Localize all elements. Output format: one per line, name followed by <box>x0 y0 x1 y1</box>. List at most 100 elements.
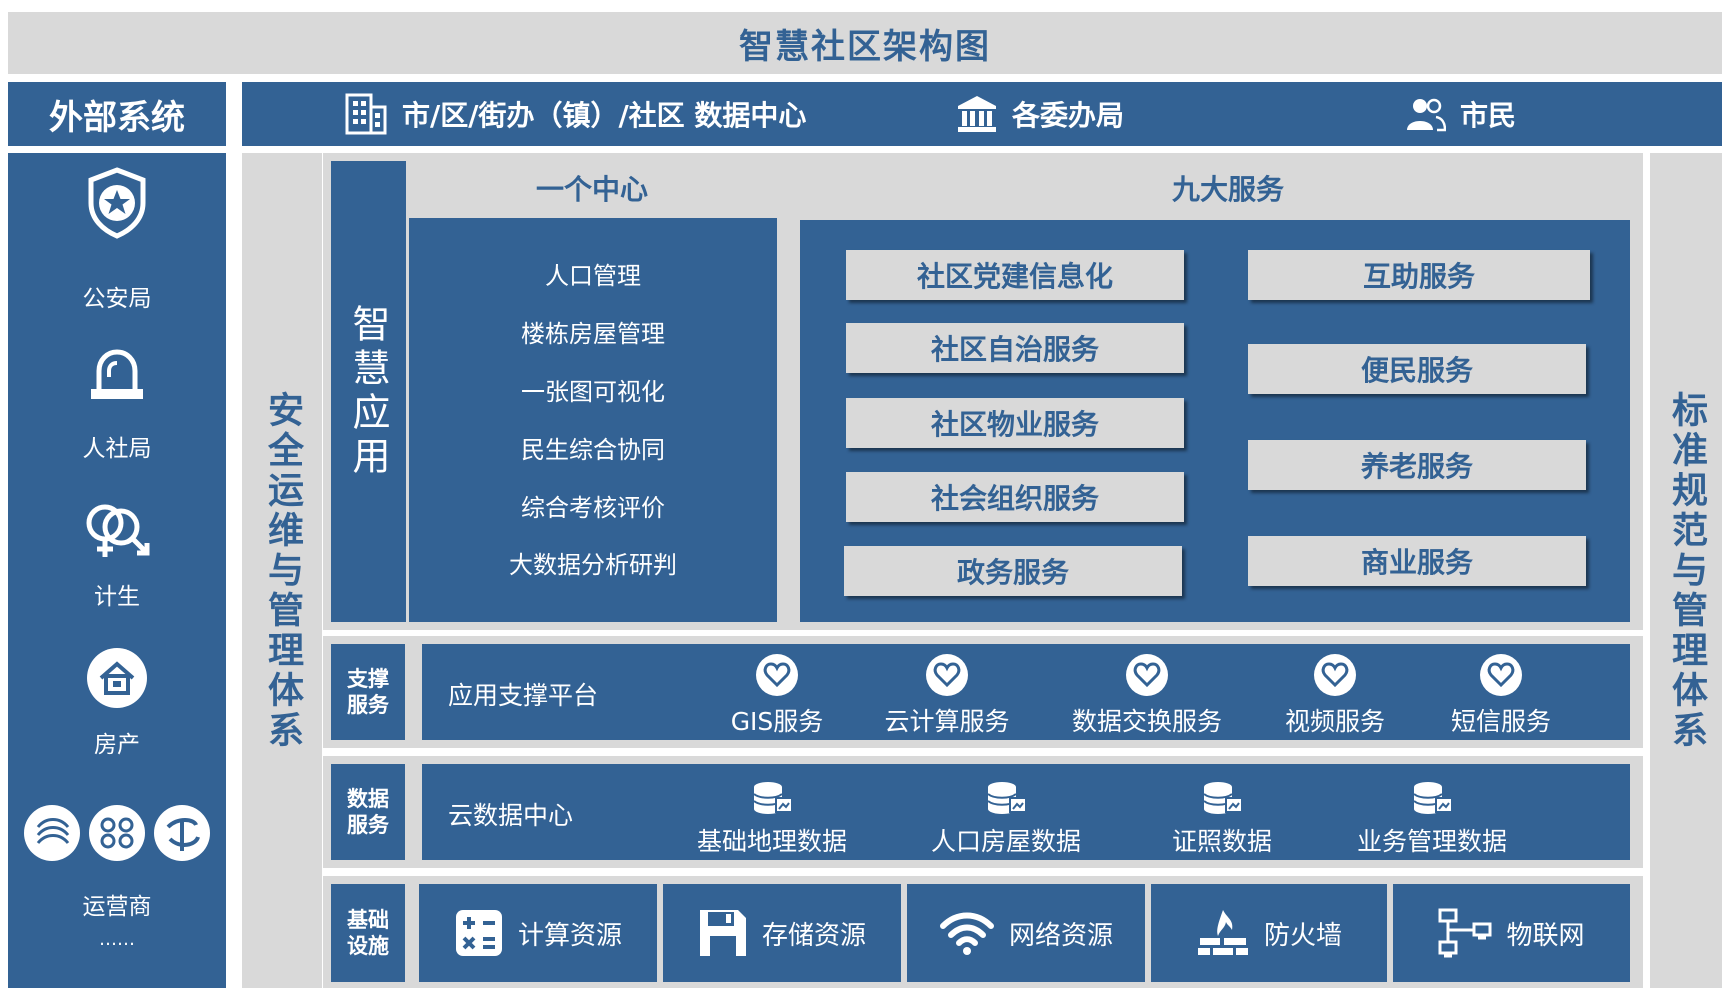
infra-item-label: 计算资源 <box>517 920 622 951</box>
citizens-label: 市民 <box>1460 99 1517 132</box>
center-item: 综合考核评价 <box>521 494 665 522</box>
calculator-icon <box>455 910 502 956</box>
infrastructure-label-box: 基础 设施 <box>331 884 405 982</box>
heart-icon <box>756 654 798 696</box>
page-title: 智慧社区架构图 <box>739 26 991 67</box>
support-label-line2: 服务 <box>347 693 389 717</box>
support-service-video: 视频服务 <box>1270 644 1400 740</box>
iot-network-icon <box>1438 908 1492 958</box>
service-box: 社会组织服务 <box>846 472 1184 522</box>
cloud-data-center-label: 云数据中心 <box>448 801 574 830</box>
external-item-carrier: 运营商 <box>8 887 226 921</box>
infra-label-line2: 设施 <box>347 934 389 958</box>
one-center-panel: 人口管理 楼栋房屋管理 一张图可视化 民生综合协同 综合考核评价 大数据分析研判 <box>409 218 777 622</box>
data-item-population-housing: 人口房屋数据 <box>916 764 1096 860</box>
service-box: 养老服务 <box>1248 440 1586 490</box>
data-item-label: 人口房屋数据 <box>930 827 1082 856</box>
database-icon <box>753 782 793 814</box>
heart-icon <box>1126 654 1168 696</box>
floppy-disk-icon <box>699 910 746 956</box>
infra-label-line1: 基础 <box>347 908 389 932</box>
external-item-label: 公安局 <box>82 286 152 312</box>
service-box: 政务服务 <box>844 546 1182 596</box>
security-ops-label: 安全运维与管理体系 <box>262 390 303 751</box>
standards-system-bar: 标准规范与管理体系 <box>1650 153 1722 988</box>
title-bar: 智慧社区架构图 <box>8 12 1722 74</box>
gender-icon <box>86 504 150 557</box>
data-label-line1: 数据 <box>347 787 389 811</box>
one-center-title: 一个中心 <box>536 173 649 206</box>
external-item-family-planning: 计生 <box>8 577 226 611</box>
infra-item-storage: 存储资源 <box>663 884 901 982</box>
alarm-light-icon <box>91 349 143 399</box>
support-label-line1: 支撑 <box>347 667 389 691</box>
service-box: 互助服务 <box>1248 250 1590 300</box>
external-item-police: 公安局 <box>8 279 226 313</box>
service-box: 商业服务 <box>1248 536 1586 586</box>
heart-icon <box>926 654 968 696</box>
smart-app-label-box: 智慧应用 <box>331 161 406 622</box>
nine-services-panel: 社区党建信息化 社区自治服务 社区物业服务 社会组织服务 政务服务 互助服务 便… <box>800 220 1630 622</box>
infra-item-compute: 计算资源 <box>419 884 657 982</box>
center-item: 大数据分析研判 <box>509 551 677 579</box>
external-system-header: 外部系统 <box>8 82 226 146</box>
security-ops-system-bar: 安全运维与管理体系 <box>242 153 322 988</box>
data-center-label: 市/区/街办（镇）/社区 数据中心 <box>402 99 807 132</box>
external-system-panel: 公安局 人社局 计生 房产 运营商 …… <box>8 153 226 988</box>
external-more-text: …… <box>99 929 135 950</box>
database-icon <box>987 782 1027 814</box>
data-label-line2: 服务 <box>347 813 389 837</box>
support-service-gis: GIS服务 <box>712 644 842 740</box>
database-icon <box>1203 782 1243 814</box>
support-services-panel: 应用支撑平台 GIS服务 云计算服务 数据交换服务 视频服务 短信服务 <box>422 644 1630 740</box>
center-item: 楼栋房屋管理 <box>521 320 665 348</box>
building-icon <box>345 93 387 135</box>
service-box: 社区物业服务 <box>846 398 1184 448</box>
citizens-segment: 市民 <box>1406 82 1516 146</box>
support-service-label: 视频服务 <box>1284 707 1386 736</box>
committees-segment: 各委办局 <box>956 82 1124 146</box>
data-center-segment: 市/区/街办（镇）/社区 数据中心 <box>344 82 806 146</box>
heart-icon <box>1480 654 1522 696</box>
external-item-hr: 人社局 <box>8 429 226 463</box>
service-box: 社区党建信息化 <box>846 250 1184 300</box>
support-service-label: 云计算服务 <box>884 707 1010 736</box>
center-item: 民生综合协同 <box>521 436 665 464</box>
external-item-label: 计生 <box>94 584 140 610</box>
data-item-geo: 基础地理数据 <box>682 764 862 860</box>
data-item-label: 基础地理数据 <box>696 827 848 856</box>
database-icon <box>1413 782 1453 814</box>
wifi-icon <box>939 912 994 955</box>
external-more: …… <box>8 929 226 950</box>
infra-item-firewall: 防火墙 <box>1151 884 1387 982</box>
support-service-data-exchange: 数据交换服务 <box>1072 644 1222 740</box>
service-box: 便民服务 <box>1248 344 1586 394</box>
support-service-sms: 短信服务 <box>1436 644 1566 740</box>
infra-item-label: 存储资源 <box>761 920 866 951</box>
external-system-title: 外部系统 <box>49 97 185 138</box>
infra-item-label: 防火墙 <box>1263 920 1342 951</box>
house-icon <box>87 648 147 708</box>
infra-item-label: 物联网 <box>1506 920 1585 951</box>
data-item-business: 业务管理数据 <box>1342 764 1522 860</box>
external-item-label: 房产 <box>94 732 140 758</box>
carrier-logos-icon <box>24 805 210 861</box>
firewall-icon <box>1197 910 1248 955</box>
data-item-certificates: 证照数据 <box>1132 764 1312 860</box>
support-service-label: 数据交换服务 <box>1071 707 1223 736</box>
government-building-icon <box>958 96 996 132</box>
data-services-panel: 云数据中心 基础地理数据 人口房屋数据 证照数据 业务管理数据 <box>422 764 1630 860</box>
top-bar: 市/区/街办（镇）/社区 数据中心 各委办局 市民 <box>242 82 1722 146</box>
support-services-label-box: 支撑 服务 <box>331 644 405 740</box>
external-item-label: 运营商 <box>82 894 152 920</box>
center-item: 人口管理 <box>545 262 641 290</box>
heart-icon <box>1314 654 1356 696</box>
support-service-label: 短信服务 <box>1450 707 1552 736</box>
infra-item-network: 网络资源 <box>907 884 1145 982</box>
data-item-label: 业务管理数据 <box>1356 827 1508 856</box>
police-badge-icon <box>88 167 146 239</box>
support-service-label: GIS服务 <box>730 707 824 736</box>
data-item-label: 证照数据 <box>1171 827 1273 856</box>
external-item-label: 人社局 <box>82 436 152 462</box>
infra-item-iot: 物联网 <box>1393 884 1630 982</box>
